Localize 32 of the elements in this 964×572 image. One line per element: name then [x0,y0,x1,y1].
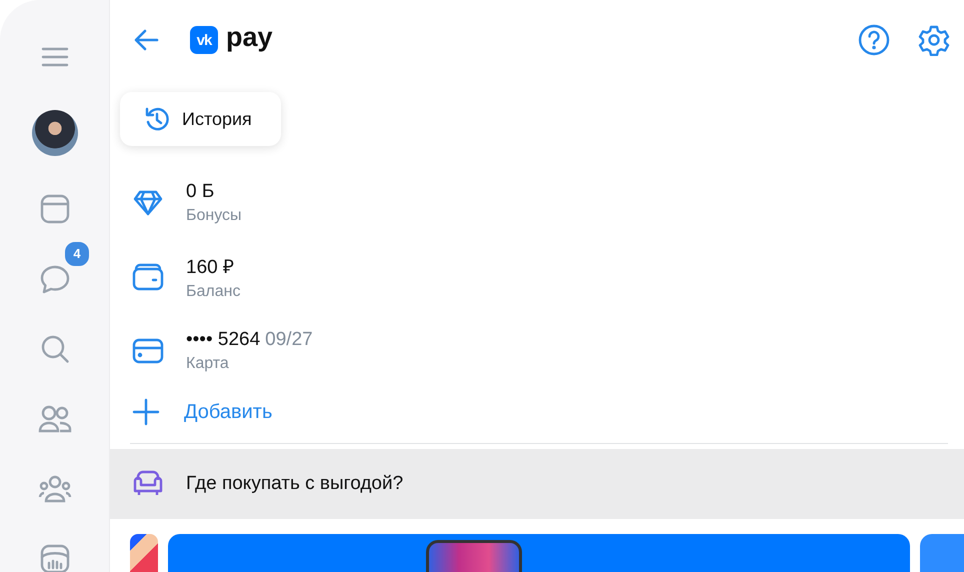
account-value: 0 Б [186,181,214,203]
account-value: •••• 5264 [186,329,260,351]
promo-banner[interactable] [920,534,964,572]
avatar[interactable] [32,110,78,156]
account-label: Бонусы [186,207,242,225]
account-label: Баланс [186,283,240,301]
history-icon [144,106,170,132]
add-button[interactable]: Добавить [110,382,272,442]
wallet-icon [132,263,164,291]
diamond-icon [133,190,163,216]
account-label: Карта [186,355,230,373]
logo-mark: vk [190,26,218,54]
notification-badge: 4 [63,240,91,268]
card-expiry: 09/27 [265,329,313,351]
search-icon[interactable] [40,334,70,364]
people-icon[interactable] [38,404,72,434]
group-icon[interactable] [38,474,72,504]
window-icon[interactable] [40,194,70,224]
chat-icon[interactable] [39,263,71,295]
history-button[interactable]: История [120,92,281,146]
promo-item[interactable]: Где покупать с выгодой? [110,449,964,519]
settings-icon[interactable] [918,24,950,56]
promo-banner[interactable] [168,534,910,572]
logo-text: pay [226,22,273,52]
account-value: 160 ₽ [186,256,234,279]
banner-thumbnail[interactable] [130,534,158,572]
menu-icon[interactable] [41,45,69,69]
armchair-icon [132,470,164,498]
plus-icon [132,398,160,426]
statistics-icon[interactable] [40,544,70,572]
bank-card-icon [132,337,164,365]
help-icon[interactable] [858,24,890,56]
